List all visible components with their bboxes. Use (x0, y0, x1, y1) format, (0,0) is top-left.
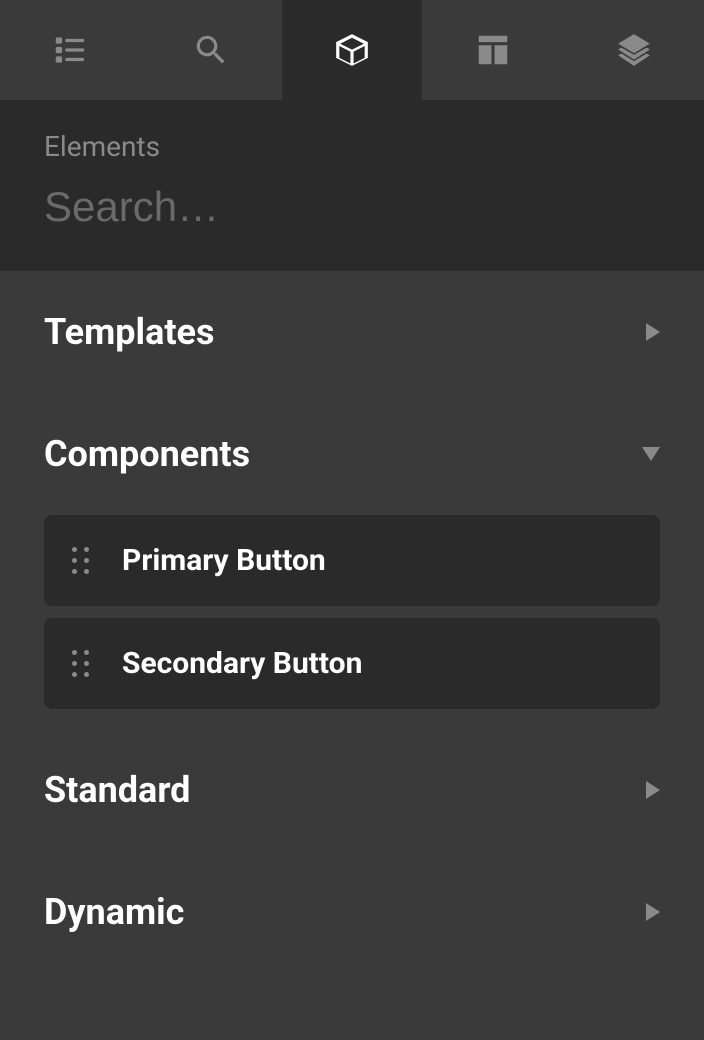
section-header-templates[interactable]: Templates (44, 271, 660, 393)
sections-container: Templates Components Primary Button Seco… (0, 271, 704, 973)
chevron-down-icon (642, 447, 660, 461)
cube-icon (333, 31, 371, 69)
item-label: Primary Button (122, 543, 326, 578)
section-title: Dynamic (44, 891, 184, 933)
tab-list[interactable] (0, 0, 141, 100)
tab-search[interactable] (141, 0, 282, 100)
drag-handle-icon[interactable] (72, 650, 90, 678)
chevron-right-icon (646, 903, 660, 921)
panel-header: Elements (0, 100, 704, 271)
drag-handle-icon[interactable] (72, 547, 90, 575)
item-label: Secondary Button (122, 646, 362, 681)
search-icon (192, 31, 230, 69)
tab-elements[interactable] (282, 0, 423, 100)
tab-bar (0, 0, 704, 100)
tab-layers[interactable] (563, 0, 704, 100)
section-header-dynamic[interactable]: Dynamic (44, 851, 660, 973)
tab-layout[interactable] (422, 0, 563, 100)
panel-title: Elements (44, 130, 660, 163)
component-item-primary-button[interactable]: Primary Button (44, 515, 660, 606)
list-icon (51, 31, 89, 69)
chevron-right-icon (646, 323, 660, 341)
search-input[interactable] (44, 183, 660, 231)
section-title: Templates (44, 311, 214, 353)
chevron-right-icon (646, 781, 660, 799)
section-items-components: Primary Button Secondary Button (44, 515, 660, 729)
section-header-standard[interactable]: Standard (44, 729, 660, 851)
section-title: Standard (44, 769, 190, 811)
layers-icon (615, 31, 653, 69)
section-header-components[interactable]: Components (44, 393, 660, 515)
section-title: Components (44, 433, 250, 475)
component-item-secondary-button[interactable]: Secondary Button (44, 618, 660, 709)
layout-icon (474, 31, 512, 69)
